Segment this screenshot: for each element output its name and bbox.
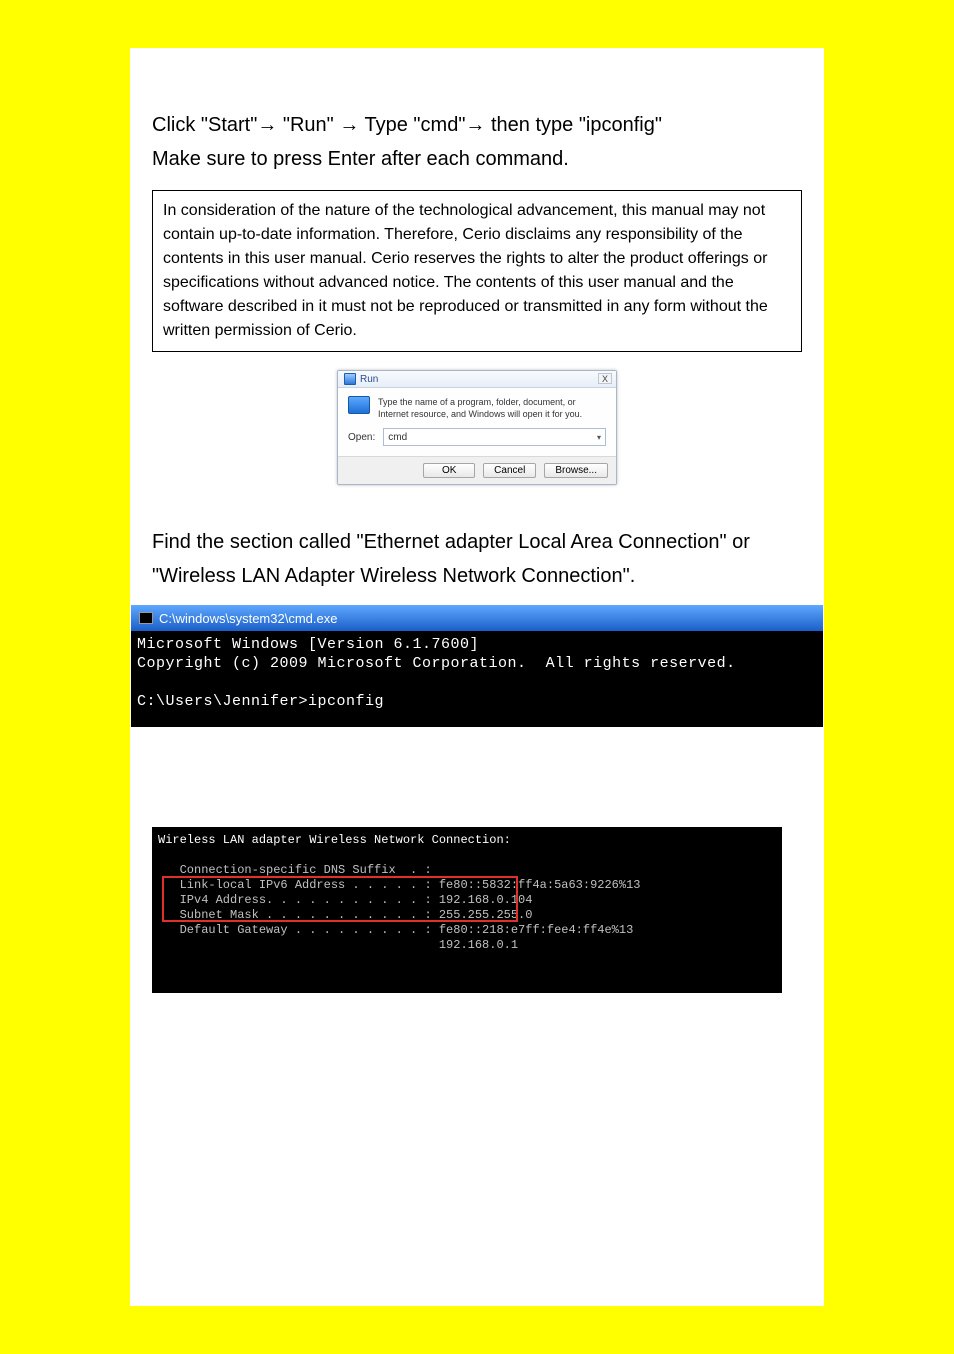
cmd-window: C:\windows\system32\cmd.exe Microsoft Wi… xyxy=(131,605,823,727)
cmd-line-1: Microsoft Windows [Version 6.1.7600] xyxy=(137,636,479,653)
run-dialog: Run X Type the name of a program, folder… xyxy=(337,370,617,485)
wlan-gateway1: Default Gateway . . . . . . . . . : fe80… xyxy=(158,923,633,937)
run-dialog-title: Run xyxy=(360,374,378,385)
content-area: Click "Start"→ "Run" → Type "cmd"→ then … xyxy=(130,48,824,1306)
instruction-step-1: Click "Start"→ "Run" → Type "cmd"→ then … xyxy=(130,48,824,176)
cmd-icon xyxy=(139,612,153,624)
wlan-output: Wireless LAN adapter Wireless Network Co… xyxy=(152,827,782,993)
run-dialog-description: Type the name of a program, folder, docu… xyxy=(378,396,606,420)
close-icon[interactable]: X xyxy=(598,373,612,384)
cmd-output: Microsoft Windows [Version 6.1.7600] Cop… xyxy=(131,631,823,727)
instruction-line-2: Make sure to press Enter after each comm… xyxy=(152,142,802,176)
run-open-row: Open: cmd ▾ xyxy=(338,424,616,456)
legal-disclaimer-text: In consideration of the nature of the te… xyxy=(163,202,768,339)
instruction-line-1: Click "Start"→ "Run" → Type "cmd"→ then … xyxy=(152,108,802,142)
cmd-line-2: Copyright (c) 2009 Microsoft Corporation… xyxy=(137,655,736,672)
cmd-prompt: C:\Users\Jennifer>ipconfig xyxy=(137,693,384,710)
chevron-down-icon[interactable]: ▾ xyxy=(597,433,601,442)
highlight-box xyxy=(162,876,518,922)
wlan-figure: Wireless LAN adapter Wireless Network Co… xyxy=(130,827,824,993)
run-open-input[interactable]: cmd ▾ xyxy=(383,428,606,446)
legal-disclaimer-box: In consideration of the nature of the te… xyxy=(152,190,802,352)
wlan-dns: Connection-specific DNS Suffix . : xyxy=(158,863,432,877)
run-dialog-figure: Run X Type the name of a program, folder… xyxy=(130,370,824,485)
run-program-icon xyxy=(348,396,370,414)
wlan-header: Wireless LAN adapter Wireless Network Co… xyxy=(158,833,511,847)
cmd-titlebar: C:\windows\system32\cmd.exe xyxy=(131,605,823,631)
run-icon xyxy=(344,373,356,385)
cmd-title-path: C:\windows\system32\cmd.exe xyxy=(159,611,337,626)
page-root: Click "Start"→ "Run" → Type "cmd"→ then … xyxy=(0,0,954,1354)
browse-button[interactable]: Browse... xyxy=(544,463,608,478)
instruction-2-text: Find the section called "Ethernet adapte… xyxy=(152,531,750,587)
run-input-value: cmd xyxy=(388,432,407,443)
cancel-button[interactable]: Cancel xyxy=(483,463,536,478)
run-dialog-titlebar: Run X xyxy=(338,371,616,388)
run-open-label: Open: xyxy=(348,432,375,443)
ok-button[interactable]: OK xyxy=(423,463,475,478)
instruction-step-2: Find the section called "Ethernet adapte… xyxy=(130,525,824,593)
wlan-gateway2: 192.168.0.1 xyxy=(158,938,518,952)
cmd-window-figure: C:\windows\system32\cmd.exe Microsoft Wi… xyxy=(130,605,824,727)
run-dialog-body: Type the name of a program, folder, docu… xyxy=(338,388,616,424)
run-dialog-buttons: OK Cancel Browse... xyxy=(338,456,616,484)
